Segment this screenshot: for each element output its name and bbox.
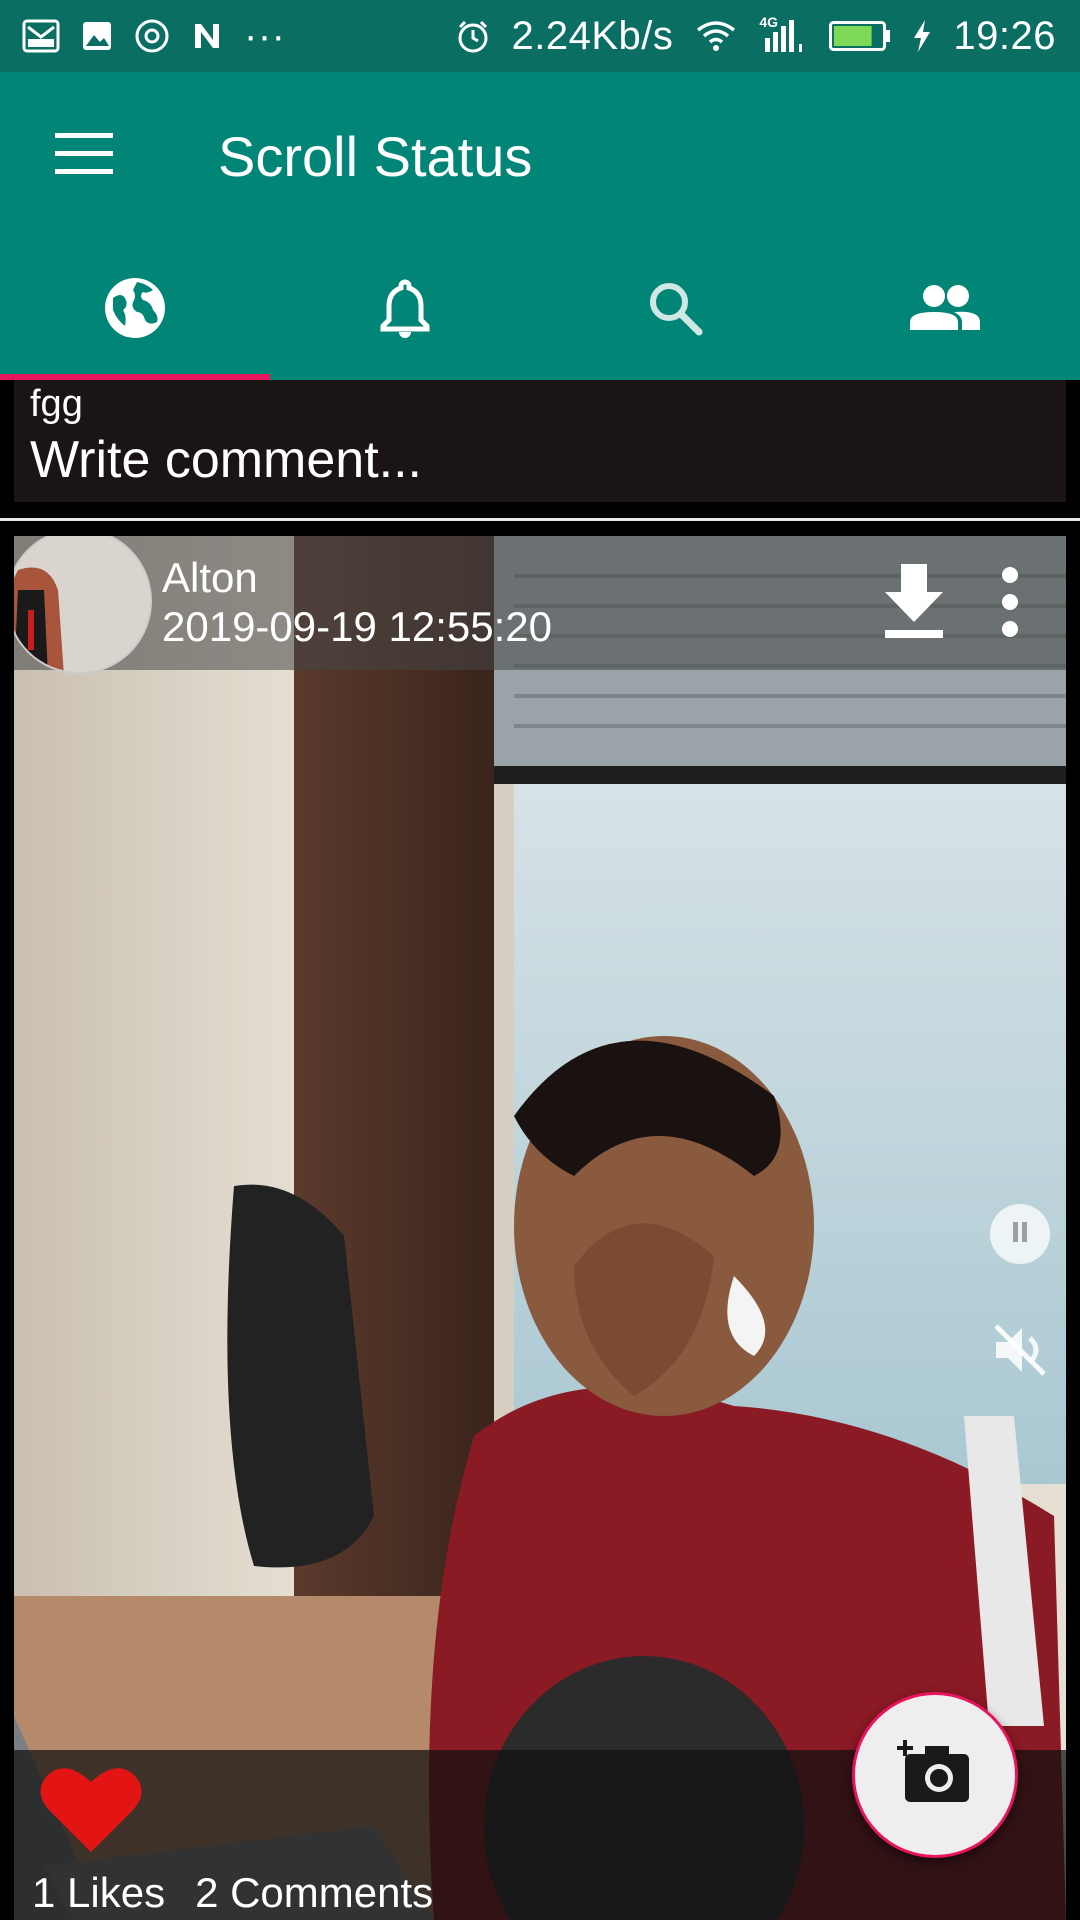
pause-button[interactable] — [990, 1204, 1050, 1264]
download-button[interactable] — [866, 556, 962, 652]
network-speed: 2.24Kb/s — [511, 13, 674, 58]
tab-notifications[interactable] — [270, 240, 540, 380]
more-notifications-icon: ··· — [244, 13, 286, 58]
more-vert-icon — [1000, 566, 1020, 643]
globe-icon — [103, 276, 167, 345]
at-icon — [134, 18, 170, 54]
tab-bar — [0, 240, 1080, 380]
add-camera-icon — [897, 1739, 973, 1811]
mute-button[interactable] — [982, 1314, 1058, 1390]
status-bar: ··· 2.24Kb/s 4G 19:26 — [0, 0, 1080, 72]
comments-count[interactable]: 2 Comments — [195, 1868, 433, 1918]
search-icon — [647, 280, 703, 341]
post-timestamp: 2019-09-19 12:55:20 — [162, 603, 552, 650]
bell-icon — [379, 278, 431, 343]
post-divider — [0, 518, 1080, 521]
menu-button[interactable] — [0, 72, 168, 240]
hamburger-menu-icon — [55, 132, 113, 180]
user-block: Alton 2019-09-19 12:55:20 — [162, 554, 552, 652]
tab-global[interactable] — [0, 240, 270, 380]
post-header: Alton 2019-09-19 12:55:20 — [14, 536, 1066, 674]
wifi-icon — [695, 20, 737, 52]
write-comment-input[interactable]: Write comment... — [30, 430, 1050, 490]
battery-icon — [829, 21, 891, 51]
likes-count[interactable]: 1 Likes — [32, 1868, 165, 1918]
add-photo-fab[interactable] — [852, 1692, 1018, 1858]
page-title: Scroll Status — [218, 124, 533, 188]
signal-icon: 4G — [759, 14, 807, 54]
n-icon — [192, 21, 222, 51]
previous-post-card: fgg Write comment... — [14, 380, 1066, 502]
network-type: 4G — [759, 14, 779, 30]
pause-icon — [1010, 1220, 1030, 1249]
status-right: 2.24Kb/s 4G 19:26 — [456, 14, 1057, 59]
charging-icon — [913, 19, 931, 53]
comment-text: fgg — [30, 383, 83, 425]
volume-off-icon — [990, 1320, 1050, 1385]
image-icon — [82, 21, 112, 51]
mail-icon — [22, 19, 60, 53]
clock: 19:26 — [953, 13, 1056, 58]
alarm-icon — [456, 19, 490, 53]
tab-search[interactable] — [540, 240, 810, 380]
avatar[interactable] — [14, 536, 152, 674]
like-button[interactable] — [36, 1760, 146, 1860]
people-icon — [910, 284, 980, 337]
tab-people[interactable] — [810, 240, 1080, 380]
username[interactable]: Alton — [162, 554, 552, 602]
download-icon — [883, 563, 945, 645]
more-options-button[interactable] — [980, 556, 1040, 652]
app-bar: Scroll Status — [0, 72, 1080, 240]
heart-icon — [39, 1762, 143, 1859]
status-left: ··· — [22, 14, 285, 59]
post-stats: 1 Likes 2 Comments — [32, 1868, 433, 1918]
